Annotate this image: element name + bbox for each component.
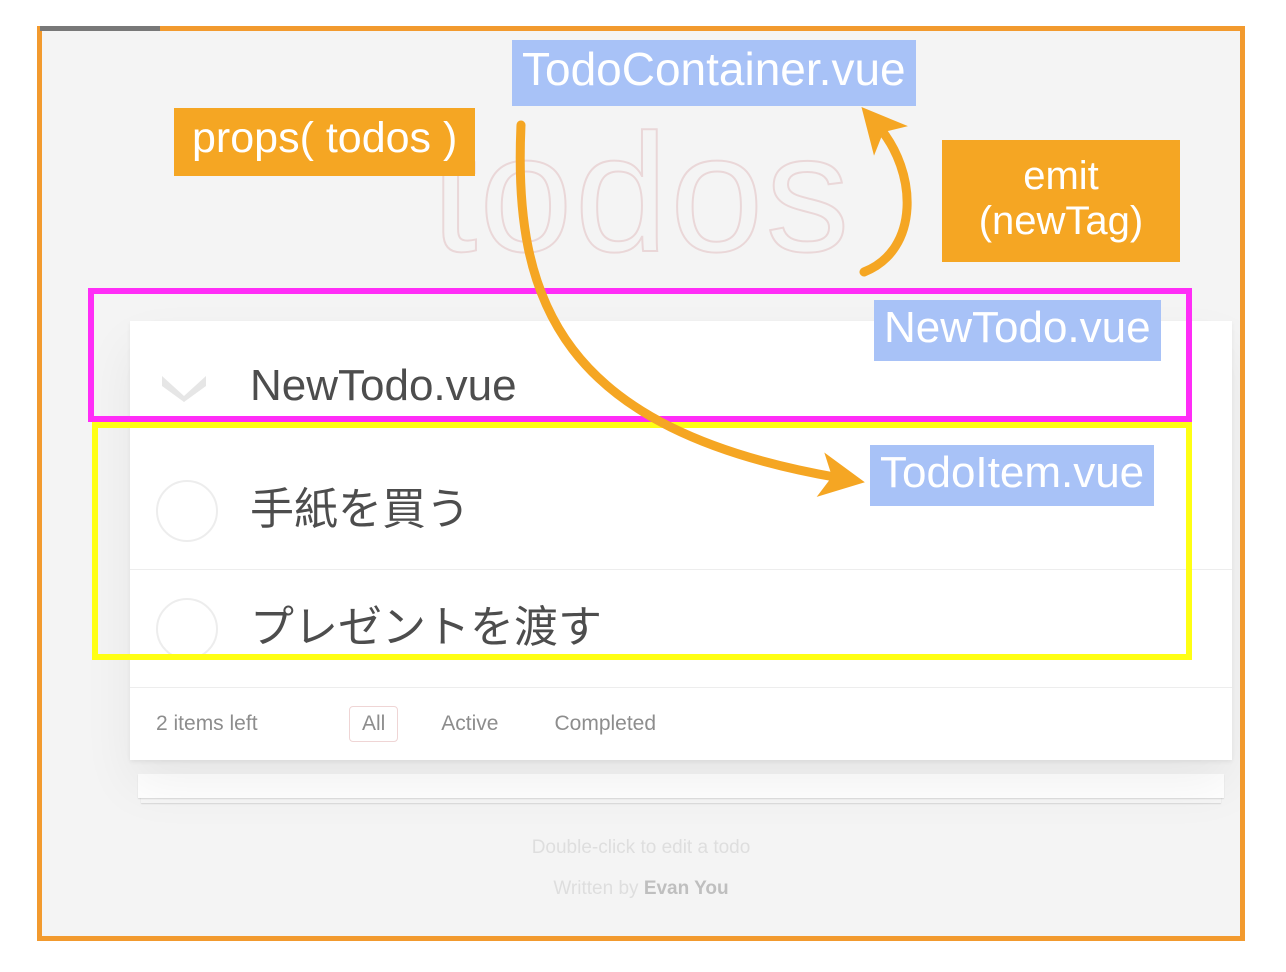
todo-label: プレゼントを渡す	[250, 602, 602, 655]
todo-toggle-checkbox[interactable]	[156, 480, 218, 542]
todo-label: 手紙を買う	[250, 484, 470, 537]
todo-toggle-checkbox[interactable]	[156, 598, 218, 660]
tag-todocontainer: TodoContainer.vue	[512, 40, 916, 106]
filter-item-active: Active	[428, 706, 511, 742]
info-credit: Written by Evan You	[42, 879, 1240, 898]
info-credit-author: Evan You	[644, 878, 729, 899]
tag-props: props( todos )	[174, 108, 475, 176]
info-hint: Double-click to edit a todo	[42, 838, 1240, 857]
app-info: Double-click to edit a todo Written by E…	[42, 838, 1240, 898]
filter-item-completed: Completed	[541, 706, 669, 742]
chevron-down-icon[interactable]	[156, 358, 212, 414]
filter-completed[interactable]: Completed	[541, 706, 669, 742]
list-item[interactable]: プレゼントを渡す	[130, 569, 1232, 687]
tag-emit: emit (newTag)	[942, 140, 1180, 262]
todo-footer: 2 items left All Active Completed	[130, 687, 1232, 760]
filter-all[interactable]: All	[349, 706, 398, 742]
filter-list: All Active Completed	[42, 706, 1060, 742]
todoapp-card: NewTodo.vue 手紙を買う プレゼントを渡す 2 items left	[130, 321, 1232, 760]
tag-todoitem: TodoItem.vue	[870, 445, 1154, 506]
tag-newtodo: NewTodo.vue	[874, 300, 1161, 361]
new-todo-input[interactable]: NewTodo.vue	[250, 361, 517, 411]
filter-item-all: All	[349, 706, 398, 742]
frame-grey-strip	[40, 26, 160, 31]
filter-active[interactable]: Active	[428, 706, 511, 742]
screenshot-root: todos NewTodo.vue 手紙を買う	[0, 0, 1286, 972]
info-credit-prefix: Written by	[553, 878, 643, 899]
